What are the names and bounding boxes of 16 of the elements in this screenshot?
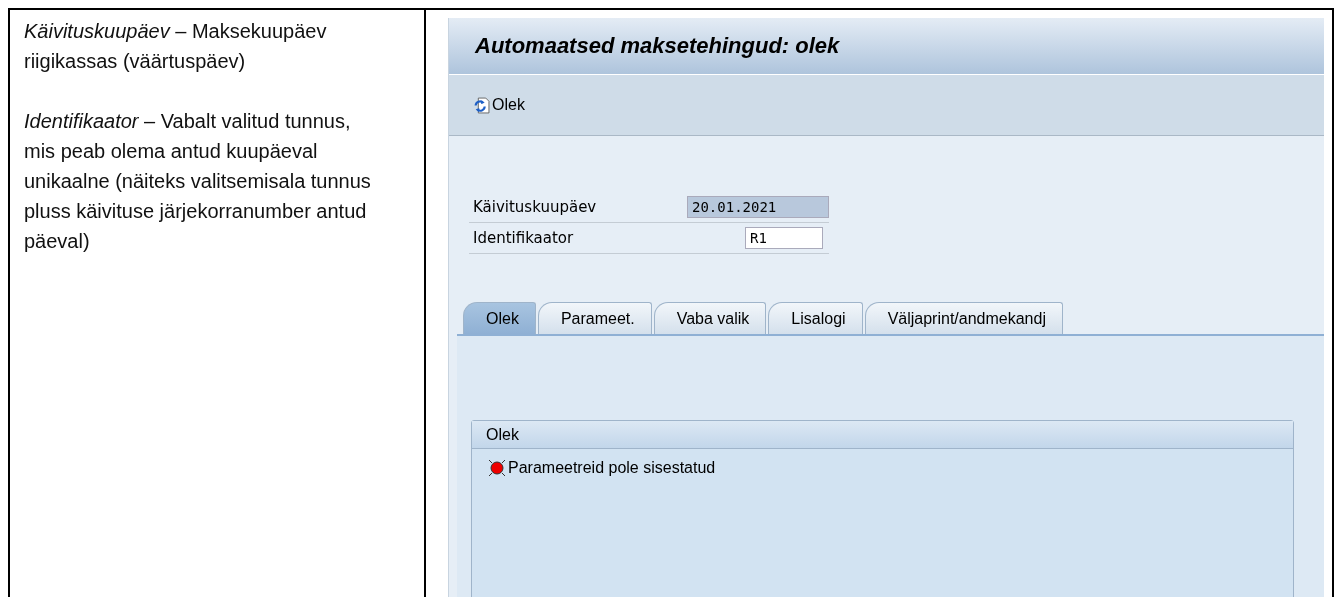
window-title: Automaatsed maksetehingud: olek (475, 33, 840, 59)
refresh-document-icon (473, 96, 490, 114)
tab[interactable]: Olek (463, 302, 536, 334)
tab[interactable]: Vaba valik (653, 302, 767, 334)
input-field[interactable]: 20.01.2021 (687, 196, 829, 218)
status-refresh-button[interactable]: Olek (471, 94, 527, 116)
input-field[interactable]: R1 (745, 227, 823, 249)
group-title: Olek (486, 426, 519, 443)
tab[interactable]: Parameet. (537, 302, 652, 334)
status-message: Parameetreid pole sisestatud (508, 459, 716, 477)
description-paragraph: Identifikaator – Vabalt valitud tunnus, mis peab olema antud kuupäeval unikaalne (näiteks valitsemisala tunnus pluss käivituse järjekorranumber antud päeval) (24, 109, 372, 254)
description-paragraph: Käivituskuupäev – Maksekuupäev riigikassas (väärtuspäev) (24, 19, 328, 74)
field-label: Identifikaator (472, 229, 575, 247)
field-label: Käivituskuupäev (472, 198, 598, 216)
tab[interactable]: Lisalogi (768, 302, 863, 334)
tab[interactable]: Väljaprint/andmekandj (864, 302, 1063, 334)
